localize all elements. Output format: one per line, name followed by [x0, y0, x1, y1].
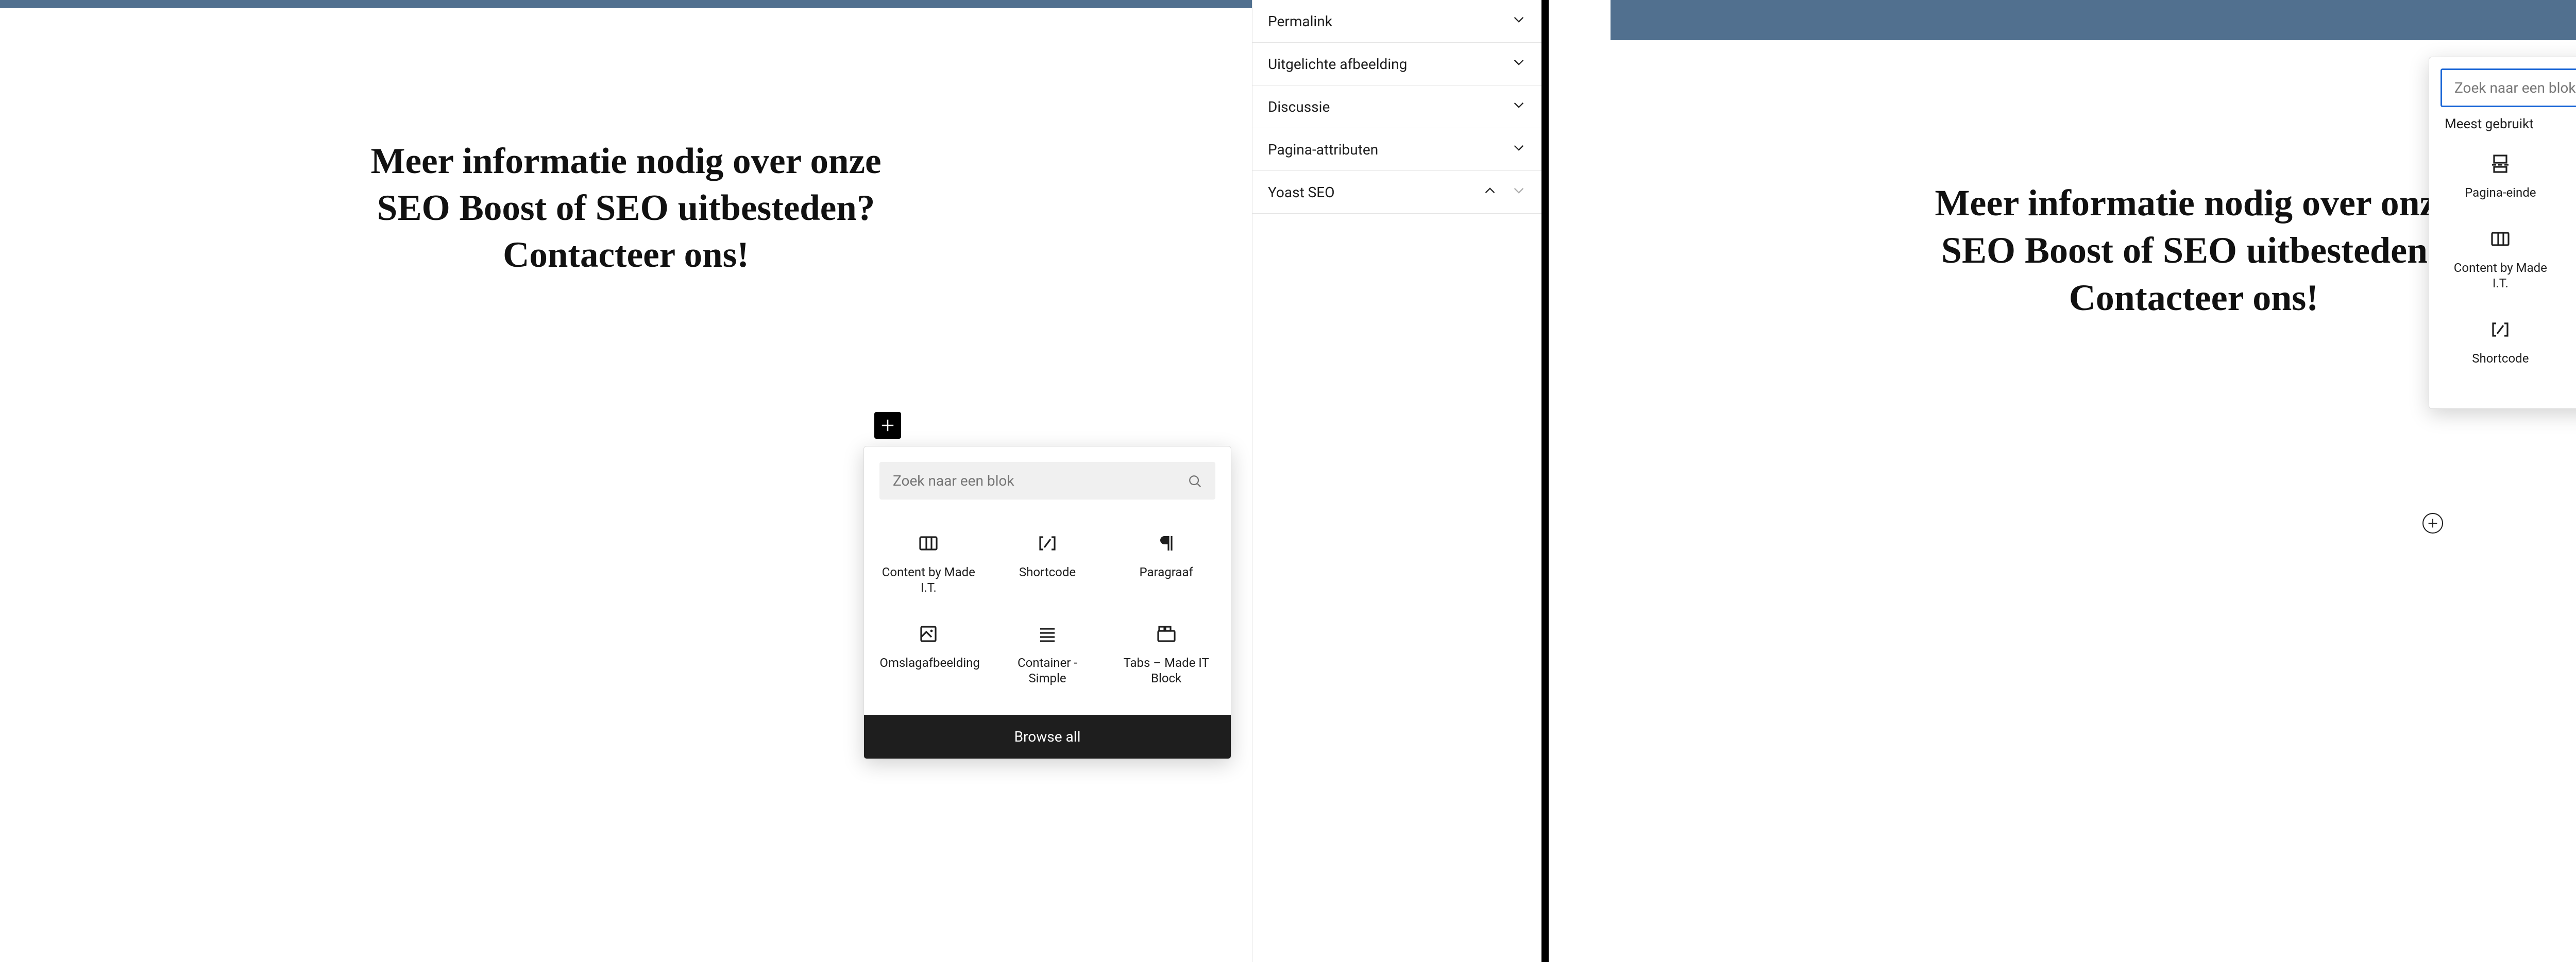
heading-line: Meer informatie nodig over onze: [1935, 182, 2452, 224]
heading-line: Meer informatie nodig over onze: [370, 141, 881, 181]
search-icon: [1188, 474, 1202, 488]
tabs-icon: [1156, 622, 1177, 646]
panel-yoast-seo[interactable]: Yoast SEO: [1252, 171, 1541, 214]
heading-line: SEO Boost of SEO uitbesteden?: [1941, 230, 2446, 271]
cover-icon: [918, 622, 939, 646]
panel-discussion[interactable]: Discussie: [1252, 85, 1541, 128]
right-editor-pane: Meer informatie nodig over onze SEO Boos…: [1549, 0, 2576, 962]
pagebreak-icon: [2490, 152, 2511, 176]
heading-line: Contacteer ons!: [2069, 277, 2319, 318]
block-pagina-einde[interactable]: Pagina-einde: [2434, 139, 2567, 214]
search-placeholder: Zoek naar een blok: [2454, 79, 2576, 96]
heading-line: SEO Boost of SEO uitbesteden?: [377, 188, 875, 228]
chevron-down-icon: [1512, 55, 1526, 73]
add-block-button[interactable]: [874, 412, 901, 439]
panel-page-attributes[interactable]: Pagina-attributen: [1252, 128, 1541, 171]
block-content-madeit[interactable]: Content by Made I.T.: [869, 518, 988, 609]
block-tabs-madeit[interactable]: Tabs – Made IT Block: [1107, 609, 1226, 699]
add-block-button[interactable]: [2422, 513, 2443, 534]
block-inserter-popover: Zoek naar een blok Meest gebruikt Pagina…: [2429, 57, 2576, 409]
block-shortcode[interactable]: Shortcode: [988, 518, 1107, 609]
lines-icon: [1037, 622, 1058, 646]
pilcrow-icon: [1156, 531, 1177, 555]
browse-all-button[interactable]: Browse all: [864, 715, 1231, 759]
search-placeholder: Zoek naar een blok: [893, 472, 1014, 489]
block-shortcode[interactable]: Shortcode: [2434, 304, 2567, 395]
chevron-down-icon: [1512, 141, 1526, 158]
left-editor-pane: Meer informatie nodig over onze SEO Boos…: [0, 0, 1541, 962]
block-paragraaf[interactable]: Paragraaf: [2567, 139, 2576, 214]
image-divider: [1541, 0, 1549, 962]
block-content-madeit[interactable]: Content by Made I.T.: [2434, 214, 2567, 304]
plus-icon: [2427, 517, 2439, 529]
settings-sidebar: Permalink Uitgelichte afbeelding Discuss…: [1252, 0, 1541, 962]
block-container-simple[interactable]: Container - Simple: [988, 609, 1107, 699]
editor-canvas[interactable]: Meer informatie nodig over onze SEO Boos…: [1549, 0, 2576, 962]
block-inserter-popover: Zoek naar een blok Content by Made I.T. …: [863, 446, 1231, 759]
chevron-down-icon: [1512, 12, 1526, 30]
heading-line: Contacteer ons!: [503, 235, 749, 275]
block-omslagafbeelding[interactable]: Omslagafbeelding: [869, 609, 988, 699]
shortcode-icon: [1037, 531, 1058, 555]
block-afbeelding[interactable]: Afbeelding: [2567, 214, 2576, 304]
page-heading: Meer informatie nodig over onze SEO Boos…: [1869, 179, 2518, 321]
block-search-input[interactable]: Zoek naar een blok: [2441, 68, 2576, 107]
block-paragraaf[interactable]: Paragraaf: [1107, 518, 1226, 609]
panel-featured-image[interactable]: Uitgelichte afbeelding: [1252, 43, 1541, 85]
block-search-input[interactable]: Zoek naar een blok: [879, 462, 1215, 500]
columns-icon: [918, 531, 939, 555]
chevron-up-icon: [1483, 183, 1497, 201]
panel-permalink[interactable]: Permalink: [1252, 0, 1541, 43]
plus-icon: [879, 417, 896, 434]
chevron-down-icon: [1512, 183, 1526, 201]
block-meer[interactable]: Meer: [2567, 304, 2576, 395]
inserter-section-title[interactable]: Meest gebruikt: [2429, 115, 2576, 136]
editor-canvas[interactable]: Meer informatie nodig over onze SEO Boos…: [0, 0, 1252, 962]
page-heading: Meer informatie nodig over onze SEO Boos…: [317, 138, 935, 279]
shortcode-icon: [2490, 318, 2511, 341]
columns-icon: [2490, 227, 2511, 251]
chevron-down-icon: [1512, 98, 1526, 115]
